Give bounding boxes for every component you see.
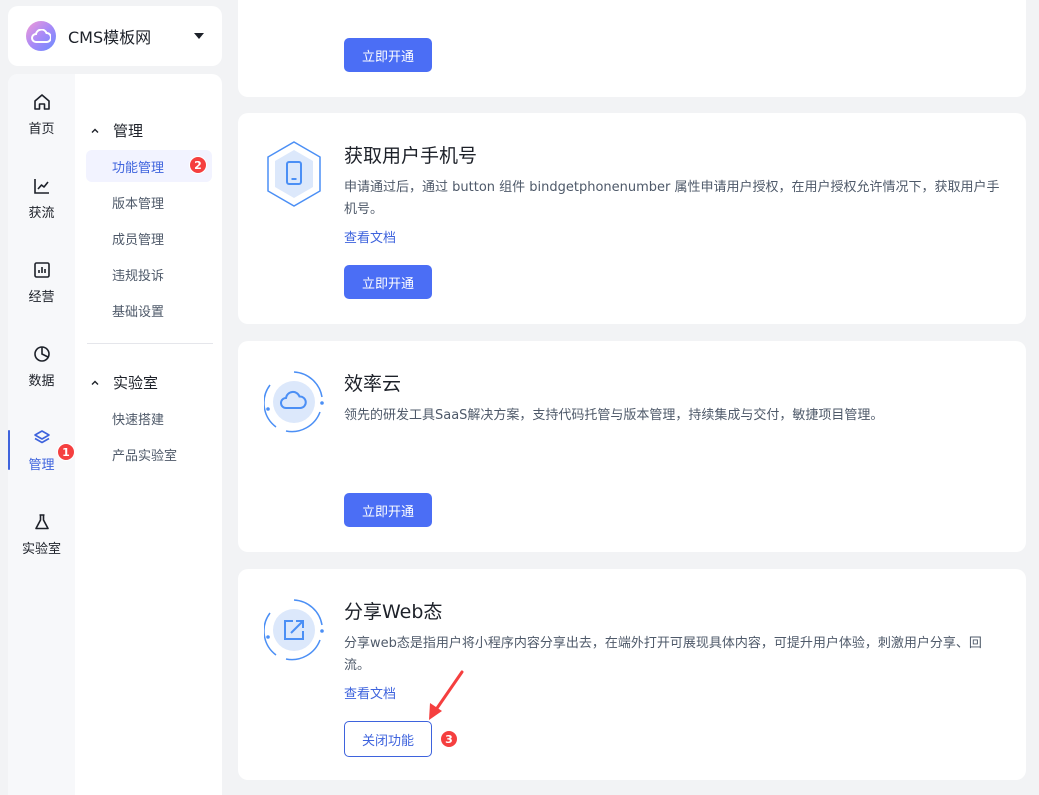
nav-home[interactable]: 首页 <box>8 84 75 144</box>
view-docs-link[interactable]: 查看文档 <box>344 683 396 702</box>
nav-manage-label: 管理 <box>28 457 55 473</box>
submenu-item-quick-build[interactable]: 快速搭建 <box>86 402 212 434</box>
submenu-item-label: 产品实验室 <box>112 448 178 464</box>
submenu-feature-badge: 2 <box>189 156 207 174</box>
icon-nav: 首页 获流 经营 数据 管理 1 实验室 <box>8 74 75 795</box>
card-title: 分享Web态 <box>344 601 443 623</box>
submenu-group-manage[interactable]: 管理 <box>91 120 143 141</box>
activate-button[interactable]: 立即开通 <box>344 38 432 72</box>
feature-card-phone: 获取用户手机号 申请通过后，通过 button 组件 bindgetphonen… <box>238 113 1026 324</box>
card-description: 分享web态是指用户将小程序内容分享出去，在端外打开可展现具体内容，可提升用户体… <box>344 636 982 673</box>
disable-feature-button[interactable]: 关闭功能 <box>344 721 432 757</box>
cloud-icon <box>264 371 324 433</box>
chevron-up-icon <box>91 128 99 133</box>
nav-lab-label: 实验室 <box>21 541 61 557</box>
submenu-divider <box>87 343 213 344</box>
nav-manage-badge: 1 <box>57 443 75 461</box>
chart-box-icon <box>33 261 50 278</box>
activate-button[interactable]: 立即开通 <box>344 493 432 527</box>
submenu-group-manage-title: 管理 <box>113 122 144 140</box>
nav-manage[interactable]: 管理 1 <box>8 420 75 480</box>
brand-logo-icon <box>26 21 56 51</box>
activate-button[interactable]: 立即开通 <box>344 265 432 299</box>
caret-down-icon[interactable] <box>194 33 204 39</box>
trend-icon <box>33 178 49 194</box>
app-switcher[interactable]: CMS模板网 <box>8 6 222 66</box>
nav-home-label: 首页 <box>28 121 55 137</box>
card-description: 申请通过后，通过 button 组件 bindgetphonenumber 属性… <box>344 180 1000 217</box>
submenu-item-label: 功能管理 <box>112 160 165 176</box>
card-title: 效率云 <box>344 373 402 395</box>
sidebar: 首页 获流 经营 数据 管理 1 实验室 管理 功能管理 2 版本管理 成员管理… <box>8 74 222 795</box>
submenu-group-lab-title: 实验室 <box>113 374 159 392</box>
view-docs-link[interactable]: 查看文档 <box>344 227 396 246</box>
submenu-item-label: 快速搭建 <box>112 412 165 428</box>
feature-card-top: 立即开通 <box>238 0 1026 97</box>
nav-data[interactable]: 数据 <box>8 336 75 396</box>
submenu-item-violations[interactable]: 违规投诉 <box>86 258 212 290</box>
flask-icon <box>34 513 49 529</box>
submenu-item-version-manage[interactable]: 版本管理 <box>86 186 212 218</box>
share-external-icon <box>264 599 324 661</box>
nav-operations[interactable]: 经营 <box>8 252 75 312</box>
submenu-item-product-lab[interactable]: 产品实验室 <box>86 438 212 470</box>
submenu-item-label: 基础设置 <box>112 304 165 320</box>
submenu-item-feature-manage[interactable]: 功能管理 2 <box>86 150 212 182</box>
feature-card-share-web: 分享Web态 分享web态是指用户将小程序内容分享出去，在端外打开可展现具体内容… <box>238 569 1026 780</box>
pie-icon <box>33 345 50 362</box>
nav-traffic-label: 获流 <box>28 205 55 221</box>
brand-name: CMS模板网 <box>68 28 152 47</box>
submenu-item-label: 成员管理 <box>112 232 165 248</box>
feature-card-cloud: 效率云 领先的研发工具SaaS解决方案，支持代码托管与版本管理，持续集成与交付，… <box>238 341 1026 552</box>
chevron-up-icon <box>91 380 99 385</box>
submenu-item-label: 违规投诉 <box>112 268 165 284</box>
card-description: 领先的研发工具SaaS解决方案，支持代码托管与版本管理，持续集成与交付，敏捷项目… <box>344 408 884 423</box>
phone-icon <box>267 141 321 207</box>
nav-data-label: 数据 <box>28 373 55 389</box>
submenu-item-label: 版本管理 <box>112 196 165 212</box>
layers-icon <box>33 429 50 443</box>
nav-lab[interactable]: 实验室 <box>8 504 75 564</box>
card-title: 获取用户手机号 <box>344 145 478 167</box>
step-badge: 3 <box>440 730 458 748</box>
submenu-item-member-manage[interactable]: 成员管理 <box>86 222 212 254</box>
nav-operations-label: 经营 <box>28 289 55 305</box>
submenu-group-lab[interactable]: 实验室 <box>91 372 158 393</box>
submenu-item-basic-settings[interactable]: 基础设置 <box>86 294 212 326</box>
nav-traffic[interactable]: 获流 <box>8 168 75 228</box>
home-icon <box>33 93 50 110</box>
